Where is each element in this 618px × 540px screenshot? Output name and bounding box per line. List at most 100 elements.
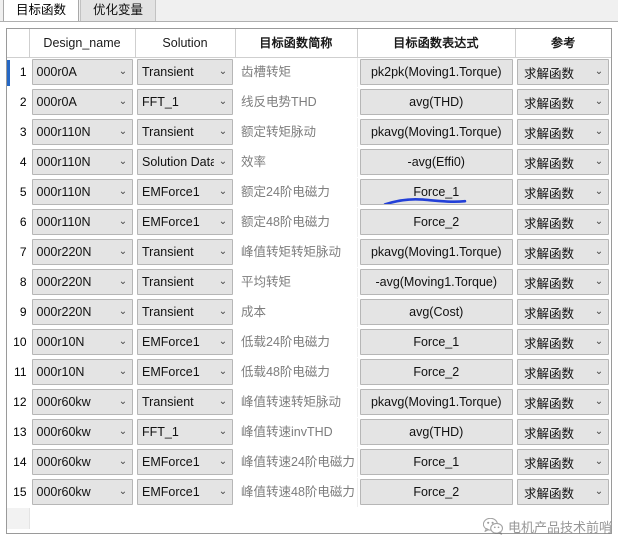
abbreviation-cell[interactable]: 峰值转矩转矩脉动 [235,237,358,268]
row-number[interactable]: 4 [7,147,30,178]
chevron-down-icon[interactable]: ⌄ [590,247,608,257]
design-name-combo[interactable]: 000r220N ⌄ [31,269,133,295]
table-row[interactable]: 1 000r0A ⌄ Transient ⌄ 齿槽转矩 pk2pk(Moving1.Torq… [7,57,611,88]
reference-combo[interactable]: 求解函数 ⌄ [517,389,609,415]
chevron-down-icon[interactable]: ⌄ [214,187,232,197]
row-number[interactable]: 7 [7,237,30,268]
solution-combo[interactable]: EMForce1 ⌄ [137,479,233,505]
design-name-combo-cell[interactable]: 000r110N ⌄ [29,147,135,178]
solution-combo[interactable]: Transient ⌄ [137,389,233,415]
reference-combo[interactable]: 求解函数 ⌄ [517,119,609,145]
solution-combo-cell[interactable]: EMForce1 ⌄ [135,327,235,358]
chevron-down-icon[interactable]: ⌄ [590,487,608,497]
expression-cell[interactable]: avg(Cost) [357,297,515,328]
solution-combo-cell[interactable]: Transient ⌄ [135,237,235,268]
table-row[interactable]: 15 000r60kw ⌄ EMForce1 ⌄ 峰值转速48阶电磁力 Force_2 求解函… [7,477,611,508]
design-name-combo[interactable]: 000r110N ⌄ [31,179,133,205]
solution-combo-cell[interactable]: Transient ⌄ [135,117,235,148]
table-row[interactable]: 12 000r60kw ⌄ Transient ⌄ 峰值转速转矩脉动 pkavg(Movin… [7,387,611,418]
reference-combo[interactable]: 求解函数 ⌄ [517,149,609,175]
solution-combo[interactable]: EMForce1 ⌄ [137,209,233,235]
chevron-down-icon[interactable]: ⌄ [590,97,608,107]
chevron-down-icon[interactable]: ⌄ [214,127,232,137]
reference-combo-cell[interactable]: 求解函数 ⌄ [515,357,611,388]
expression-text[interactable]: Force_1 [359,449,513,475]
chevron-down-icon[interactable]: ⌄ [214,487,232,497]
row-number[interactable]: 10 [7,327,30,358]
expression-cell[interactable]: pkavg(Moving1.Torque) [357,117,515,148]
table-row[interactable]: 5 000r110N ⌄ EMForce1 ⌄ 额定24阶电磁力 Force_1 求解函数 ⌄ [7,177,611,208]
solution-combo-cell[interactable]: Transient ⌄ [135,387,235,418]
row-number[interactable]: 3 [7,117,30,148]
expression-cell[interactable]: Force_2 [357,477,515,508]
design-name-combo[interactable]: 000r110N ⌄ [31,149,133,175]
design-name-combo-cell[interactable]: 000r60kw ⌄ [29,447,135,478]
solution-combo[interactable]: Transient ⌄ [137,239,233,265]
reference-combo[interactable]: 求解函数 ⌄ [517,449,609,475]
expression-text[interactable]: -avg(Moving1.Torque) [359,269,513,295]
reference-combo[interactable]: 求解函数 ⌄ [517,59,609,85]
solution-combo-cell[interactable]: Solution Data ⌄ [135,147,235,178]
expression-text[interactable]: Force_1 [359,329,513,355]
chevron-down-icon[interactable]: ⌄ [590,277,608,287]
column-header-expression[interactable]: 目标函数表达式 [357,29,516,58]
design-name-combo-cell[interactable]: 000r60kw ⌄ [29,477,135,508]
chevron-down-icon[interactable]: ⌄ [590,397,608,407]
row-number[interactable]: 6 [7,207,30,238]
expression-cell[interactable]: Force_2 [357,357,515,388]
solution-combo-cell[interactable]: EMForce1 ⌄ [135,477,235,508]
abbreviation-cell[interactable]: 成本 [235,297,358,328]
reference-combo[interactable]: 求解函数 ⌄ [517,359,609,385]
chevron-down-icon[interactable]: ⌄ [214,97,232,107]
table-row[interactable]: 3 000r110N ⌄ Transient ⌄ 额定转矩脉动 pkavg(Moving1.… [7,117,611,148]
expression-cell[interactable]: pkavg(Moving1.Torque) [357,387,515,418]
design-name-combo-cell[interactable]: 000r220N ⌄ [29,267,135,298]
design-name-combo-cell[interactable]: 000r110N ⌄ [29,177,135,208]
expression-text[interactable]: -avg(Effi0) [359,149,513,175]
objective-function-grid[interactable]: Design_name Solution 目标函数简称 目标函数表达式 参考 1… [6,28,612,534]
column-header-reference[interactable]: 参考 [515,29,611,58]
table-row[interactable]: 2 000r0A ⌄ FFT_1 ⌄ 线反电势THD avg(THD) 求解函数 ⌄ [7,87,611,118]
expression-cell[interactable]: avg(THD) [357,87,515,118]
empty-cell[interactable] [135,507,235,529]
solution-combo-cell[interactable]: FFT_1 ⌄ [135,87,235,118]
grid-corner-cell[interactable] [7,29,30,58]
reference-combo-cell[interactable]: 求解函数 ⌄ [515,477,611,508]
abbreviation-cell[interactable]: 低载48阶电磁力 [235,357,358,388]
expression-text[interactable]: avg(Cost) [359,299,513,325]
reference-combo[interactable]: 求解函数 ⌄ [517,269,609,295]
solution-combo[interactable]: Solution Data ⌄ [137,149,233,175]
reference-combo[interactable]: 求解函数 ⌄ [517,299,609,325]
chevron-down-icon[interactable]: ⌄ [590,157,608,167]
expression-cell[interactable]: -avg(Moving1.Torque) [357,267,515,298]
design-name-combo-cell[interactable]: 000r110N ⌄ [29,117,135,148]
solution-combo[interactable]: EMForce1 ⌄ [137,179,233,205]
chevron-down-icon[interactable]: ⌄ [114,307,132,317]
empty-cell[interactable] [515,507,611,529]
reference-combo-cell[interactable]: 求解函数 ⌄ [515,237,611,268]
design-name-combo[interactable]: 000r0A ⌄ [31,59,133,85]
expression-cell[interactable]: -avg(Effi0) [357,147,515,178]
chevron-down-icon[interactable]: ⌄ [590,457,608,467]
expression-cell[interactable]: pkavg(Moving1.Torque) [357,237,515,268]
expression-text[interactable]: Force_2 [359,209,513,235]
tab-optimization-variable[interactable]: 优化变量 [80,0,157,21]
reference-combo-cell[interactable]: 求解函数 ⌄ [515,177,611,208]
abbreviation-cell[interactable]: 额定24阶电磁力 [235,177,358,208]
design-name-combo[interactable]: 000r220N ⌄ [31,299,133,325]
empty-cell[interactable] [29,507,135,529]
design-name-combo-cell[interactable]: 000r0A ⌄ [29,57,135,88]
chevron-down-icon[interactable]: ⌄ [114,457,132,467]
chevron-down-icon[interactable]: ⌄ [590,367,608,377]
design-name-combo-cell[interactable]: 000r60kw ⌄ [29,417,135,448]
abbreviation-cell[interactable]: 线反电势THD [235,87,358,118]
solution-combo[interactable]: Transient ⌄ [137,269,233,295]
reference-combo[interactable]: 求解函数 ⌄ [517,479,609,505]
chevron-down-icon[interactable]: ⌄ [214,427,232,437]
row-number[interactable] [7,507,30,529]
design-name-combo[interactable]: 000r110N ⌄ [31,119,133,145]
chevron-down-icon[interactable]: ⌄ [590,67,608,77]
chevron-down-icon[interactable]: ⌄ [214,217,232,227]
expression-cell[interactable]: Force_1 [357,177,515,208]
expression-cell[interactable]: avg(THD) [357,417,515,448]
